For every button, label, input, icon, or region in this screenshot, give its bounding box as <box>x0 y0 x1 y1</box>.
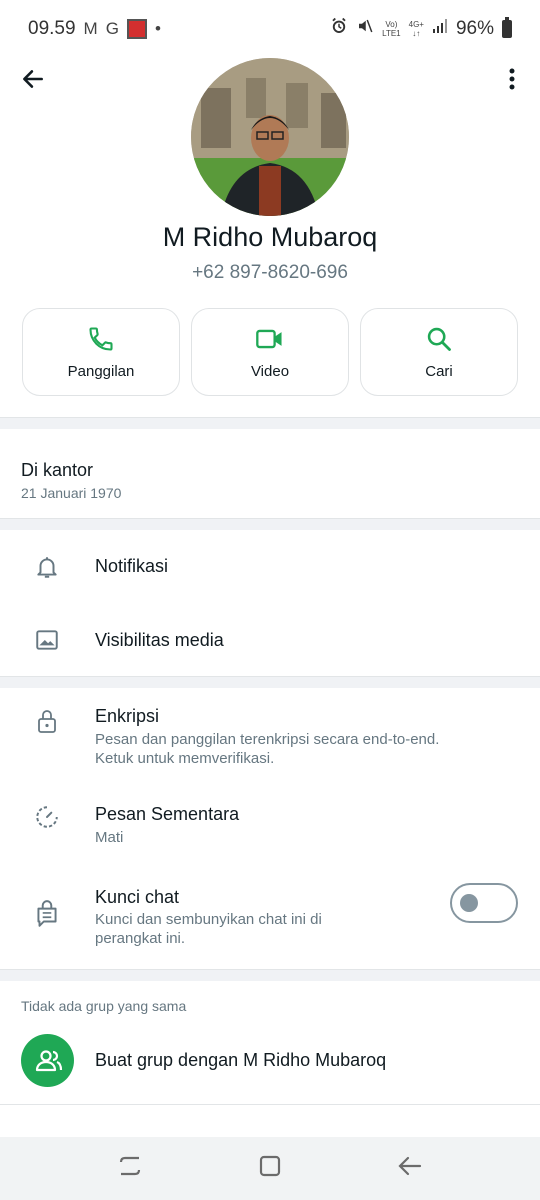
section-divider <box>0 676 540 688</box>
contact-avatar[interactable] <box>191 58 349 216</box>
chat-lock-title: Kunci chat <box>95 887 180 907</box>
more-options-button[interactable] <box>502 64 522 94</box>
about-text[interactable]: Di kantor <box>21 460 93 481</box>
image-icon <box>34 627 60 653</box>
system-nav-bar <box>0 1137 540 1200</box>
more-vert-icon <box>509 68 515 90</box>
search-button[interactable]: Cari <box>360 308 518 396</box>
google-icon: G <box>105 19 119 38</box>
lock-icon <box>34 708 60 734</box>
signal-icon <box>432 18 448 40</box>
video-label: Video <box>250 362 290 380</box>
disappearing-messages-status: Mati <box>95 829 124 846</box>
chat-lock-subtitle: Kunci dan sembunyikan chat ini di perang… <box>95 911 322 947</box>
mute-icon <box>356 17 374 41</box>
create-group-label[interactable]: Buat grup dengan M Ridho Mubaroq <box>95 1050 386 1071</box>
alarm-icon <box>330 17 348 41</box>
call-button[interactable]: Panggilan <box>22 308 180 396</box>
contact-name: M Ridho Mubaroq <box>162 222 378 252</box>
recent-apps-icon <box>120 1156 141 1176</box>
status-right: Vo) LTE1 4G+ ↓↑ 96% <box>330 17 512 41</box>
status-time: 09.59 <box>28 18 76 39</box>
video-icon <box>256 329 282 348</box>
arrow-back-icon <box>23 70 43 88</box>
nav-back-button[interactable] <box>397 1154 423 1183</box>
battery-percent: 96% <box>455 18 494 39</box>
groups-header: Tidak ada grup yang sama <box>21 998 187 1014</box>
nav-back-icon <box>398 1156 421 1176</box>
action-row: Panggilan Video Cari <box>22 308 518 396</box>
disappearing-messages-row[interactable]: Pesan Sementara Mati <box>0 784 540 864</box>
battery-icon <box>502 17 512 38</box>
notifications-row[interactable]: Notifikasi <box>0 530 540 602</box>
about-date: 21 Januari 1970 <box>21 485 122 501</box>
phone-icon <box>89 326 113 351</box>
recent-apps-button[interactable] <box>117 1154 143 1183</box>
section-divider <box>0 969 540 981</box>
network-indicator: 4G+ ↓↑ <box>408 20 424 38</box>
encryption-subtitle: Pesan dan panggilan terenkripsi secara e… <box>95 731 440 767</box>
search-label: Cari <box>425 362 453 380</box>
chat-lock-icon <box>34 900 60 927</box>
back-button[interactable] <box>18 64 48 94</box>
search-icon <box>427 327 451 351</box>
section-divider <box>0 417 540 429</box>
call-label: Panggilan <box>67 362 135 380</box>
encryption-title: Enkripsi <box>95 706 160 726</box>
app-notification-icon <box>126 19 147 39</box>
gmail-icon: M <box>83 19 98 38</box>
media-visibility-label: Visibilitas media <box>95 630 224 650</box>
status-left: 09.59 M G • <box>28 18 161 40</box>
bottom-spacer <box>0 1104 540 1137</box>
home-button[interactable] <box>258 1154 282 1183</box>
toggle-knob <box>460 894 478 912</box>
create-group-avatar[interactable] <box>21 1034 74 1087</box>
status-bar: 09.59 M G • Vo) LTE1 4G+ ↓↑ 96% <box>0 0 540 58</box>
chat-lock-toggle[interactable] <box>450 883 518 923</box>
more-notifications-dot: • <box>154 19 161 38</box>
encryption-row[interactable]: Enkripsi Pesan dan panggilan terenkripsi… <box>0 688 540 784</box>
media-visibility-row[interactable]: Visibilitas media <box>0 602 540 676</box>
volte-indicator: Vo) LTE1 <box>382 20 401 38</box>
group-icon <box>35 1049 62 1071</box>
section-divider <box>0 518 540 530</box>
disappearing-messages-title: Pesan Sementara <box>95 804 240 824</box>
home-icon <box>259 1155 281 1177</box>
contact-phone: +62 897-8620-696 <box>192 262 348 283</box>
video-call-button[interactable]: Video <box>191 308 349 396</box>
bell-icon <box>34 554 60 580</box>
timer-icon <box>34 804 60 830</box>
notifications-label: Notifikasi <box>95 556 169 576</box>
